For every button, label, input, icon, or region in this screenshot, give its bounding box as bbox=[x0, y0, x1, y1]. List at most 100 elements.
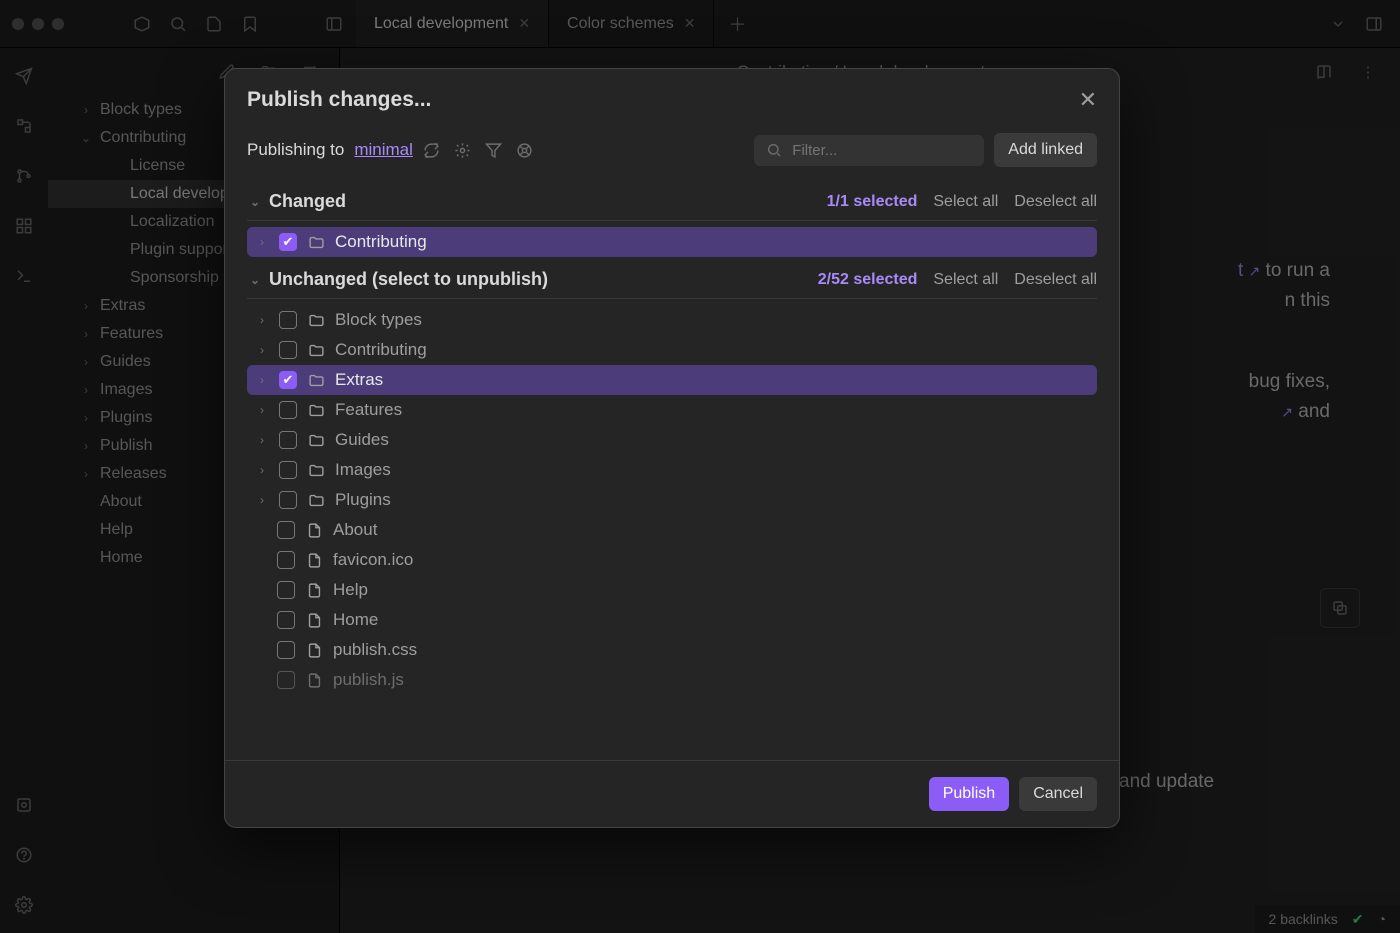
help-icon[interactable] bbox=[516, 142, 533, 159]
tree-row[interactable]: ›Contributing bbox=[247, 335, 1097, 365]
site-link[interactable]: minimal bbox=[354, 140, 413, 160]
add-linked-button[interactable]: Add linked bbox=[994, 133, 1097, 167]
vault-switch-icon[interactable] bbox=[10, 791, 38, 819]
chevron-right-icon[interactable]: › bbox=[255, 373, 269, 387]
external-link[interactable]: t ↗ bbox=[1238, 260, 1260, 281]
tree-row[interactable]: About bbox=[247, 515, 1097, 545]
close-icon[interactable]: ✕ bbox=[684, 15, 696, 32]
checkbox[interactable] bbox=[277, 641, 295, 659]
reading-view-icon[interactable] bbox=[1310, 58, 1338, 86]
chevron-icon[interactable]: › bbox=[78, 383, 94, 397]
chevron-icon[interactable]: › bbox=[78, 439, 94, 453]
tab-color-schemes[interactable]: Color schemes ✕ bbox=[549, 0, 714, 47]
chevron-icon[interactable]: › bbox=[78, 467, 94, 481]
sidebar-toggle-left-icon[interactable] bbox=[320, 10, 348, 38]
deselect-all-button[interactable]: Deselect all bbox=[1014, 271, 1097, 289]
folder-icon bbox=[307, 432, 325, 449]
tree-row[interactable]: publish.css bbox=[247, 635, 1097, 665]
chevron-icon[interactable]: › bbox=[78, 327, 94, 341]
chevron-down-icon[interactable]: ⌄ bbox=[247, 195, 263, 209]
chevron-right-icon[interactable]: › bbox=[255, 343, 269, 357]
checkbox[interactable]: ✔ bbox=[279, 371, 297, 389]
tree-row-label: Features bbox=[335, 400, 402, 420]
chevron-right-icon[interactable]: › bbox=[255, 313, 269, 327]
backlinks-count[interactable]: 2 backlinks bbox=[1269, 911, 1338, 927]
tree-row[interactable]: ›Plugins bbox=[247, 485, 1097, 515]
notification-icon[interactable]: ◔ bbox=[1378, 911, 1386, 927]
command-icon[interactable] bbox=[10, 262, 38, 290]
git-icon[interactable] bbox=[10, 162, 38, 190]
folder-icon bbox=[307, 312, 325, 329]
filter-icon[interactable] bbox=[485, 142, 502, 159]
chevron-icon[interactable]: › bbox=[78, 299, 94, 313]
modal-title: Publish changes... bbox=[247, 88, 431, 112]
tree-row[interactable]: Home bbox=[247, 605, 1097, 635]
chevron-icon[interactable]: ⌄ bbox=[78, 131, 94, 145]
tree-row[interactable]: ›✔Extras bbox=[247, 365, 1097, 395]
window-controls[interactable] bbox=[12, 18, 64, 30]
help-icon[interactable] bbox=[10, 841, 38, 869]
close-icon[interactable]: ✕ bbox=[1079, 87, 1097, 113]
canvas-icon[interactable] bbox=[10, 212, 38, 240]
minimize-dot[interactable] bbox=[32, 18, 44, 30]
sidebar-item-label: License bbox=[130, 157, 185, 175]
filter-input-wrap[interactable] bbox=[754, 135, 984, 166]
tree-row[interactable]: ›✔Contributing bbox=[247, 227, 1097, 257]
site-settings-icon[interactable] bbox=[454, 142, 471, 159]
checkbox[interactable] bbox=[277, 611, 295, 629]
select-all-button[interactable]: Select all bbox=[933, 271, 998, 289]
quick-switcher-icon[interactable] bbox=[10, 62, 38, 90]
checkbox[interactable] bbox=[279, 341, 297, 359]
cancel-button[interactable]: Cancel bbox=[1019, 777, 1097, 811]
chevron-right-icon[interactable]: › bbox=[255, 493, 269, 507]
chevron-right-icon[interactable]: › bbox=[255, 463, 269, 477]
refresh-icon[interactable] bbox=[423, 142, 440, 159]
new-note-icon[interactable] bbox=[200, 10, 228, 38]
close-icon[interactable]: ✕ bbox=[518, 15, 530, 32]
chevron-right-icon[interactable]: › bbox=[255, 403, 269, 417]
search-icon[interactable] bbox=[164, 10, 192, 38]
zoom-dot[interactable] bbox=[52, 18, 64, 30]
tree-row[interactable]: › Features bbox=[247, 395, 1097, 425]
checkbox[interactable] bbox=[279, 491, 297, 509]
checkbox[interactable] bbox=[279, 461, 297, 479]
select-all-button[interactable]: Select all bbox=[933, 193, 998, 211]
tree-row[interactable]: ›Block types bbox=[247, 305, 1097, 335]
ribbon bbox=[0, 48, 48, 933]
chevron-icon[interactable]: › bbox=[78, 411, 94, 425]
sidebar-toggle-right-icon[interactable] bbox=[1360, 10, 1388, 38]
tree-row[interactable]: publish.js bbox=[247, 665, 1097, 695]
tab-local-development[interactable]: Local development ✕ bbox=[356, 0, 549, 47]
checkbox[interactable] bbox=[279, 401, 297, 419]
sidebar-item-label: Images bbox=[100, 381, 152, 399]
close-dot[interactable] bbox=[12, 18, 24, 30]
settings-icon[interactable] bbox=[10, 891, 38, 919]
deselect-all-button[interactable]: Deselect all bbox=[1014, 193, 1097, 211]
bookmark-icon[interactable] bbox=[236, 10, 264, 38]
filter-input[interactable] bbox=[790, 141, 972, 160]
sync-status-icon[interactable]: ✔ bbox=[1352, 911, 1364, 928]
new-tab-button[interactable]: ＋ bbox=[714, 11, 760, 37]
chevron-down-icon[interactable] bbox=[1324, 10, 1352, 38]
copy-button[interactable] bbox=[1320, 588, 1360, 628]
checkbox[interactable] bbox=[277, 551, 295, 569]
chevron-icon[interactable]: › bbox=[78, 355, 94, 369]
vault-icon[interactable] bbox=[128, 10, 156, 38]
tree-row[interactable]: ›Images bbox=[247, 455, 1097, 485]
publish-button[interactable]: Publish bbox=[929, 777, 1009, 811]
checkbox[interactable] bbox=[279, 311, 297, 329]
tree-row[interactable]: ›Guides bbox=[247, 425, 1097, 455]
chevron-right-icon[interactable]: › bbox=[255, 235, 269, 249]
tree-row[interactable]: Help bbox=[247, 575, 1097, 605]
more-icon[interactable]: ⋮ bbox=[1354, 58, 1382, 86]
checkbox[interactable] bbox=[279, 431, 297, 449]
chevron-icon[interactable]: › bbox=[78, 103, 94, 117]
tree-row[interactable]: favicon.ico bbox=[247, 545, 1097, 575]
chevron-right-icon[interactable]: › bbox=[255, 433, 269, 447]
checkbox[interactable] bbox=[277, 581, 295, 599]
graph-icon[interactable] bbox=[10, 112, 38, 140]
checkbox[interactable] bbox=[277, 671, 295, 689]
chevron-down-icon[interactable]: ⌄ bbox=[247, 273, 263, 287]
checkbox[interactable] bbox=[277, 521, 295, 539]
checkbox[interactable]: ✔ bbox=[279, 233, 297, 251]
